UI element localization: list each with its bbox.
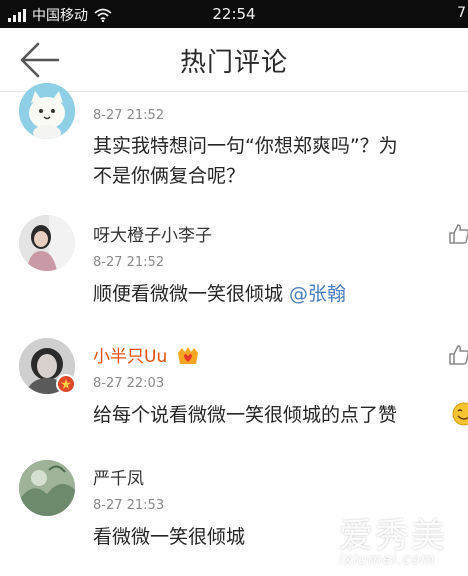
star-badge-icon <box>56 374 76 394</box>
comment-item: 小半只Uu 8-27 22:03 给每个说看微微一笑很倾城的点了赞 <box>0 338 468 448</box>
like-button[interactable] <box>448 344 468 366</box>
status-right-partial: 7 <box>457 5 466 21</box>
timestamp: 8-27 21:53 <box>93 498 165 513</box>
username[interactable]: 呀大橙子小李子 <box>93 221 212 246</box>
watermark: 爱秀美 ixiumei.com <box>325 508 465 572</box>
username[interactable]: 小半只Uu <box>93 342 199 367</box>
status-time: 22:54 <box>212 5 256 23</box>
avatar[interactable] <box>19 215 75 271</box>
status-bar: 中国移动 22:54 7 <box>0 0 468 28</box>
comment-item: 呀大橙子小李子 8-27 21:52 顺便看微微一笑很倾城 @张翰 <box>0 215 468 320</box>
timestamp: 8-27 21:52 <box>93 108 165 123</box>
thumbs-up-icon <box>449 345 468 365</box>
comment-text: 顺便看微微一笑很倾城 @张翰 <box>93 283 347 305</box>
username[interactable]: 严千凤 <box>93 464 144 489</box>
timestamp: 8-27 22:03 <box>93 376 165 391</box>
avatar[interactable] <box>19 83 75 139</box>
comment-text: 其实我特想问一句“你想郑爽吗”？为 不是你俩复合呢？ <box>93 135 398 187</box>
crown-heart-icon <box>177 347 198 364</box>
header: 热门评论 <box>0 28 468 92</box>
like-button[interactable] <box>448 223 468 245</box>
comment-item: 8-27 21:52 其实我特想问一句“你想郑爽吗”？为 不是你俩复合呢？ <box>0 83 468 193</box>
watermark-logo: 爱秀美 <box>339 516 447 556</box>
smiling-emoji-icon <box>452 402 468 426</box>
avatar[interactable] <box>19 460 75 516</box>
thumbs-up-icon <box>449 224 468 244</box>
timestamp: 8-27 21:52 <box>93 255 165 270</box>
page-title: 热门评论 <box>179 48 288 78</box>
mention-link[interactable]: @张翰 <box>289 283 346 305</box>
watermark-url: ixiumei.com <box>339 552 436 568</box>
comment-text: 给每个说看微微一笑很倾城的点了赞 <box>93 404 398 426</box>
